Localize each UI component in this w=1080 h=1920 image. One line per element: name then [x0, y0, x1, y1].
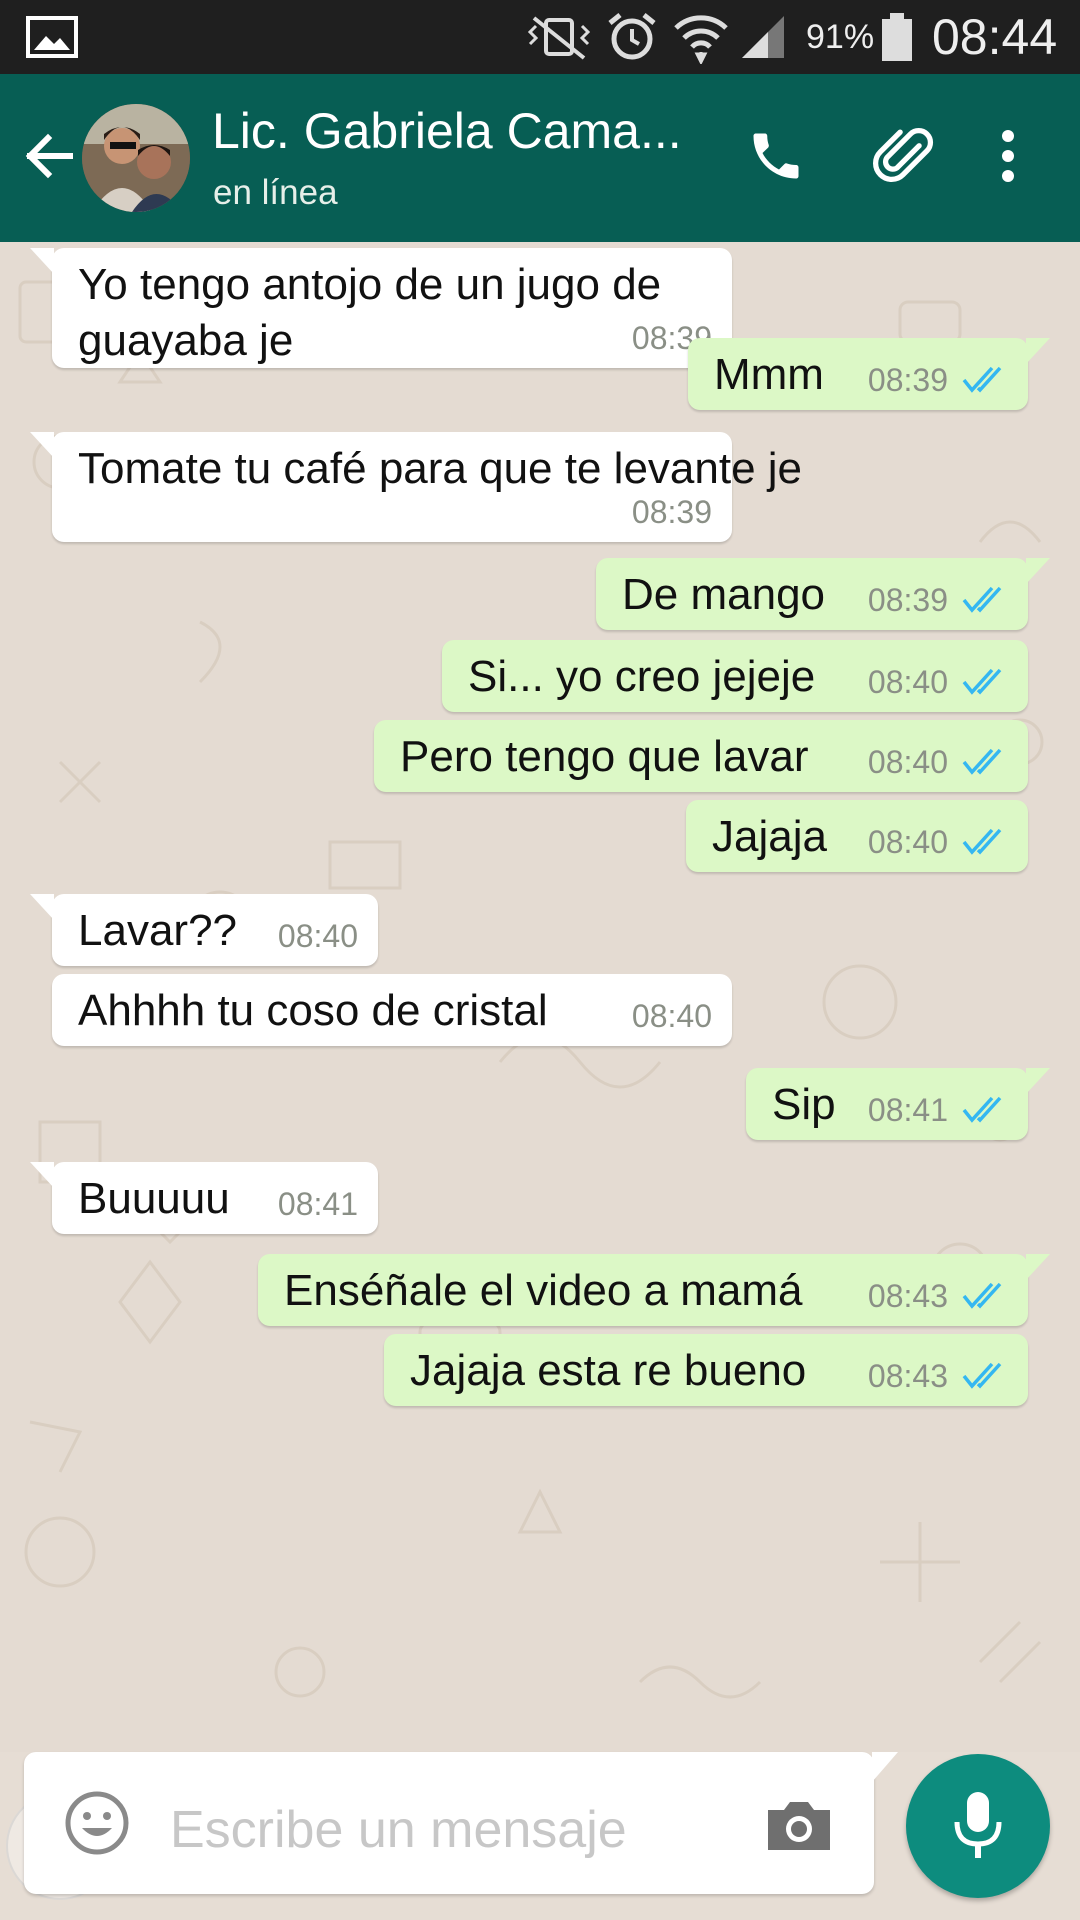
message-text: Jajaja esta re bueno: [410, 1346, 807, 1395]
contact-name[interactable]: Lic. Gabriela Cama...: [212, 102, 732, 160]
message-time: 08:40: [277, 918, 358, 954]
back-arrow-icon[interactable]: [18, 124, 82, 188]
incoming-message[interactable]: Ahhhh tu coso de cristal 08:40: [52, 974, 732, 1046]
message-text: De mango: [622, 570, 826, 619]
message-text: Buuuuu: [78, 1174, 230, 1223]
message-time: 08:39: [867, 362, 948, 398]
message-text: Sip: [772, 1080, 836, 1129]
paperclip-icon[interactable]: [866, 116, 946, 196]
message-text: Jajaja: [712, 812, 827, 861]
outgoing-message[interactable]: Jajaja esta re bueno 08:43: [384, 1334, 1028, 1406]
message-text: Lavar??: [78, 906, 238, 955]
read-receipt-icon: [962, 1096, 1002, 1123]
read-receipt-icon: [962, 668, 1002, 695]
clock: 08:44: [932, 9, 1058, 65]
message-time: 08:43: [867, 1278, 948, 1314]
message-time: 08:39: [867, 582, 948, 618]
message-text: Yo tengo antojo de un jugo de: [78, 260, 662, 309]
read-receipt-icon: [962, 586, 1002, 613]
contact-status: en línea: [213, 173, 338, 212]
status-bar: 91% 08:44: [0, 0, 1080, 74]
battery-icon: [880, 0, 914, 74]
incoming-message[interactable]: Yo tengo antojo de un jugo de guayaba je 0…: [30, 248, 732, 368]
message-time: 08:39: [631, 494, 712, 530]
message-time: 08:41: [867, 1092, 948, 1128]
more-vert-icon[interactable]: [968, 116, 1048, 196]
message-time: 08:41: [277, 1186, 358, 1222]
message-time: 08:43: [867, 1358, 948, 1394]
chat-header: Lic. Gabriela Cama... en línea: [0, 74, 1080, 242]
outgoing-message[interactable]: Sip 08:41: [746, 1068, 1050, 1140]
signal-icon: [738, 0, 788, 74]
read-receipt-icon: [962, 828, 1002, 855]
incoming-message[interactable]: Tomate tu café para que te levante je 08:…: [30, 432, 802, 542]
read-receipt-icon: [962, 748, 1002, 775]
message-text: Si... yo creo jejeje: [468, 652, 816, 701]
message-text: Enséñale el video a mamá: [284, 1266, 803, 1315]
message-time: 08:40: [867, 824, 948, 860]
mic-button[interactable]: [906, 1754, 1050, 1898]
message-composer[interactable]: Escribe un mensaje: [24, 1752, 898, 1894]
message-text: Mmm: [714, 350, 824, 399]
message-text: Tomate tu café para que te levante je: [78, 444, 803, 493]
phone-icon[interactable]: [736, 116, 816, 196]
read-receipt-icon: [962, 1282, 1002, 1309]
outgoing-message[interactable]: De mango 08:39: [596, 558, 1050, 630]
message-input[interactable]: Escribe un mensaje: [170, 1800, 627, 1860]
alarm-icon: [604, 0, 660, 74]
camera-icon[interactable]: [764, 1798, 834, 1854]
emoji-icon[interactable]: [64, 1790, 130, 1856]
outgoing-message[interactable]: Pero tengo que lavar 08:40: [374, 720, 1028, 792]
read-receipt-icon: [962, 366, 1002, 393]
wifi-icon: [672, 0, 730, 74]
read-receipt-icon: [962, 1362, 1002, 1389]
outgoing-message[interactable]: Si... yo creo jejeje 08:40: [442, 640, 1028, 712]
incoming-message[interactable]: Buuuuu 08:41: [30, 1162, 378, 1234]
mic-icon: [954, 1792, 1002, 1858]
conversation-area[interactable]: Yo tengo antojo de un jugo de guayaba je 0…: [0, 242, 1080, 1752]
outgoing-message[interactable]: Jajaja 08:40: [686, 800, 1028, 872]
outgoing-message[interactable]: Enséñale el video a mamá 08:43: [258, 1254, 1050, 1326]
message-text: Ahhhh tu coso de cristal: [78, 986, 548, 1035]
battery-percent: 91%: [806, 17, 875, 56]
contact-avatar[interactable]: [82, 104, 190, 212]
outgoing-message[interactable]: Mmm 08:39: [688, 338, 1050, 410]
incoming-message[interactable]: Lavar?? 08:40: [30, 894, 378, 966]
message-time: 08:40: [867, 664, 948, 700]
gallery-icon: [26, 0, 78, 74]
message-text: guayaba je: [78, 316, 294, 365]
vibrate-muted-icon: [524, 0, 594, 74]
message-text: Pero tengo que lavar: [400, 732, 809, 781]
message-time: 08:40: [867, 744, 948, 780]
message-time: 08:40: [631, 998, 712, 1034]
